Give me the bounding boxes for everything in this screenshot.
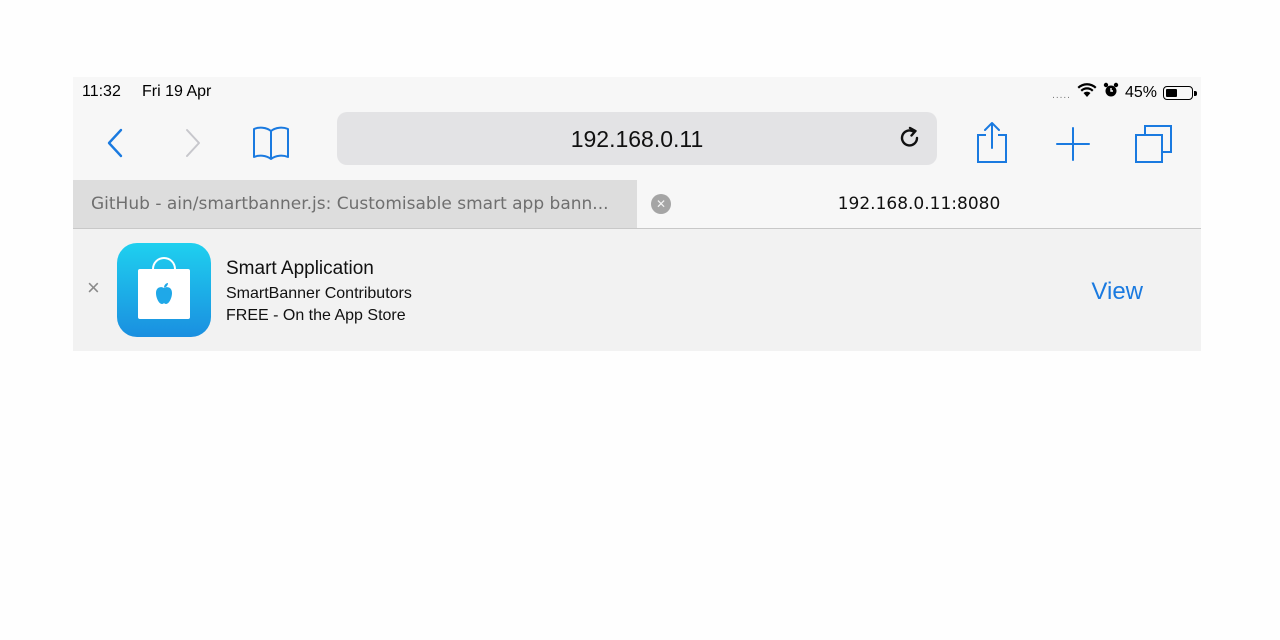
shopping-bag-icon: [138, 269, 190, 319]
battery-icon: [1163, 85, 1197, 100]
signal-icon: .....: [1052, 89, 1071, 101]
status-bar: 11:32 Fri 19 Apr ..... 45%: [73, 77, 1201, 107]
view-button[interactable]: View: [1091, 278, 1143, 306]
book-icon: [253, 126, 289, 160]
smart-app-banner: × Smart Application SmartBanner Contribu…: [73, 229, 1201, 351]
tab-localhost[interactable]: 192.168.0.11:8080: [637, 180, 1201, 228]
tabs-button[interactable]: [1133, 123, 1175, 165]
status-time: 11:32: [82, 83, 121, 100]
tab-title: GitHub - ain/smartbanner.js: Customisabl…: [91, 194, 609, 214]
reload-button[interactable]: [897, 125, 923, 156]
back-button[interactable]: [105, 127, 125, 159]
safari-window: 11:32 Fri 19 Apr ..... 45% 192.168.0.11 …: [73, 77, 1201, 351]
url-text: 192.168.0.11: [570, 126, 704, 152]
tab-bar: GitHub - ain/smartbanner.js: Customisabl…: [73, 180, 1201, 229]
apple-logo-icon: [138, 282, 190, 312]
new-tab-button[interactable]: [1055, 126, 1091, 162]
reload-icon: [900, 126, 919, 147]
tab-title: 192.168.0.11:8080: [837, 194, 1001, 214]
chevron-left-icon: [107, 128, 123, 158]
battery-percent: 45%: [1124, 83, 1157, 101]
chevron-right-icon: [186, 129, 200, 157]
wifi-icon: [1077, 82, 1097, 103]
bookmarks-button[interactable]: [251, 125, 291, 161]
share-button[interactable]: [975, 120, 1009, 164]
plus-icon: [1056, 127, 1090, 161]
app-price: FREE - On the App Store: [226, 307, 406, 324]
app-name: Smart Application: [226, 258, 374, 279]
app-store-icon: [117, 243, 211, 337]
banner-close-button[interactable]: ×: [87, 277, 100, 299]
battery-level: [1166, 88, 1177, 97]
status-date: Fri 19 Apr: [142, 83, 212, 100]
address-bar[interactable]: 192.168.0.11: [337, 112, 937, 165]
app-author: SmartBanner Contributors: [226, 285, 412, 302]
tabs-icon: [1135, 125, 1172, 163]
status-indicators: ..... 45%: [1052, 82, 1197, 103]
tab-github[interactable]: GitHub - ain/smartbanner.js: Customisabl…: [73, 180, 637, 228]
share-icon: [977, 122, 1007, 163]
alarm-icon: [1103, 82, 1119, 103]
forward-button[interactable]: [183, 127, 203, 159]
browser-toolbar: 192.168.0.11: [73, 107, 1201, 180]
